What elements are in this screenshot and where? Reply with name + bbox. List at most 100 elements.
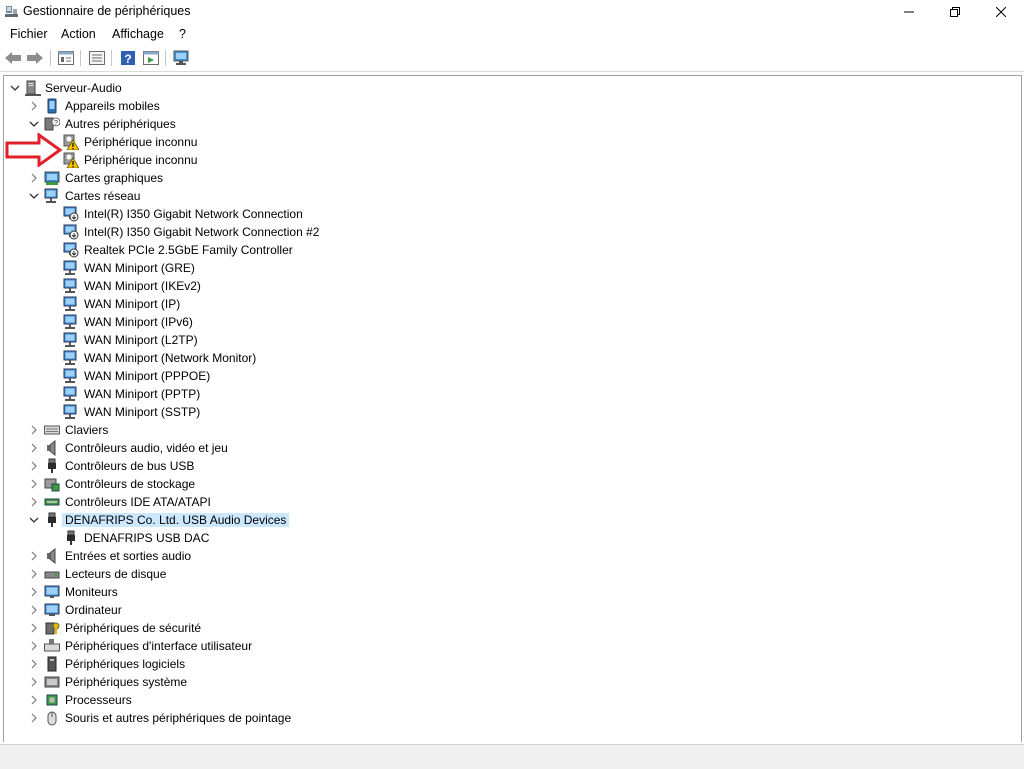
tree-category-row[interactable]: Moniteurs xyxy=(4,583,1021,601)
chevron-right-icon[interactable] xyxy=(28,586,40,598)
chevron-right-icon[interactable] xyxy=(28,424,40,436)
device-manager-app-icon xyxy=(5,6,18,17)
tree-device-label: DENAFRIPS USB DAC xyxy=(84,531,210,545)
menu-fichier[interactable]: Fichier xyxy=(10,27,48,41)
tree-device-row[interactable]: WAN Miniport (PPTP) xyxy=(4,385,1021,403)
tree-category-row[interactable]: Périphériques d'interface utilisateur xyxy=(4,637,1021,655)
tree-device-row[interactable]: Périphérique inconnu xyxy=(4,151,1021,169)
chevron-down-icon[interactable] xyxy=(9,82,21,94)
toolbar-separator xyxy=(111,50,112,66)
tree-category-row[interactable]: DENAFRIPS Co. Ltd. USB Audio Devices xyxy=(4,511,1021,529)
tree-device-row[interactable]: Intel(R) I350 Gigabit Network Connection… xyxy=(4,223,1021,241)
tree-category-label: Autres périphériques xyxy=(65,117,176,131)
scan-hardware-button[interactable] xyxy=(172,49,192,67)
back-button[interactable] xyxy=(3,49,23,67)
tree-device-row[interactable]: WAN Miniport (GRE) xyxy=(4,259,1021,277)
menu-action[interactable]: Action xyxy=(61,27,96,41)
tree-category-row[interactable]: Processeurs xyxy=(4,691,1021,709)
chevron-down-icon[interactable] xyxy=(28,190,40,202)
mobile-device-icon xyxy=(47,98,57,114)
console-tree-button[interactable] xyxy=(141,49,161,67)
tree-category-row[interactable]: Contrôleurs de bus USB xyxy=(4,457,1021,475)
title-bar: Gestionnaire de périphériques xyxy=(0,0,1024,24)
tree-device-row[interactable]: WAN Miniport (PPPOE) xyxy=(4,367,1021,385)
tree-device-label: WAN Miniport (IKEv2) xyxy=(84,279,201,293)
chevron-right-icon[interactable] xyxy=(28,712,40,724)
chevron-right-icon[interactable] xyxy=(28,676,40,688)
chevron-right-icon[interactable] xyxy=(28,658,40,670)
menu-affichage[interactable]: Affichage xyxy=(112,27,164,41)
tree-device-row[interactable]: WAN Miniport (IPv6) xyxy=(4,313,1021,331)
network-adapter-icon xyxy=(63,350,77,365)
tree-device-row[interactable]: Realtek PCIe 2.5GbE Family Controller xyxy=(4,241,1021,259)
chevron-right-icon[interactable] xyxy=(28,568,40,580)
tree-device-row[interactable]: WAN Miniport (Network Monitor) xyxy=(4,349,1021,367)
chevron-down-icon[interactable] xyxy=(28,514,40,526)
tree-category-row[interactable]: Entrées et sorties audio xyxy=(4,547,1021,565)
toolbar-separator xyxy=(165,50,166,66)
properties-view-button[interactable] xyxy=(56,49,76,67)
tree-device-label: Intel(R) I350 Gigabit Network Connection… xyxy=(84,225,320,239)
tree-device-row[interactable]: WAN Miniport (L2TP) xyxy=(4,331,1021,349)
menu-bar: Fichier Action Affichage ? xyxy=(0,24,1024,44)
toolbar: ? xyxy=(0,45,1024,72)
tree-category-row[interactable]: Périphériques logiciels xyxy=(4,655,1021,673)
tree-category-row[interactable]: Contrôleurs IDE ATA/ATAPI xyxy=(4,493,1021,511)
tree-device-row[interactable]: WAN Miniport (IP) xyxy=(4,295,1021,313)
tree-category-label: Claviers xyxy=(65,423,109,437)
close-button[interactable] xyxy=(978,0,1024,24)
tree-category-label: Périphériques de sécurité xyxy=(65,621,202,635)
disk-drive-icon xyxy=(44,571,60,579)
network-adapter-icon xyxy=(63,332,77,347)
tree-category-row[interactable]: Ordinateur xyxy=(4,601,1021,619)
help-button[interactable]: ? xyxy=(118,49,138,67)
tree-category-row[interactable]: Contrôleurs de stockage xyxy=(4,475,1021,493)
computer-icon xyxy=(25,80,41,96)
update-driver-button[interactable] xyxy=(87,49,107,67)
tree-category-row[interactable]: Cartes graphiques xyxy=(4,169,1021,187)
tree-category-row[interactable]: Contrôleurs audio, vidéo et jeu xyxy=(4,439,1021,457)
tree-category-row[interactable]: ? Autres périphériques xyxy=(4,115,1021,133)
restore-button[interactable] xyxy=(932,0,978,24)
tree-category-row[interactable]: Claviers xyxy=(4,421,1021,439)
chevron-right-icon[interactable] xyxy=(28,622,40,634)
tree-category-row[interactable]: Périphériques de sécurité xyxy=(4,619,1021,637)
chevron-right-icon[interactable] xyxy=(28,640,40,652)
chevron-right-icon[interactable] xyxy=(28,442,40,454)
forward-button[interactable] xyxy=(25,49,45,67)
tree-category-row[interactable]: Cartes réseau xyxy=(4,187,1021,205)
device-tree[interactable]: Serveur-Audio Appareils mobiles? Autres p… xyxy=(3,75,1022,742)
window-title: Gestionnaire de périphériques xyxy=(23,4,191,18)
tree-device-row[interactable]: WAN Miniport (SSTP) xyxy=(4,403,1021,421)
tree-category-label: Contrôleurs audio, vidéo et jeu xyxy=(65,441,228,455)
tree-category-row[interactable]: Souris et autres périphériques de pointa… xyxy=(4,709,1021,727)
chevron-right-icon[interactable] xyxy=(28,100,40,112)
tree-category-row[interactable]: Appareils mobiles xyxy=(4,97,1021,115)
minimize-button[interactable] xyxy=(886,0,932,24)
chevron-right-icon[interactable] xyxy=(28,550,40,562)
tree-category-row[interactable]: Lecteurs de disque xyxy=(4,565,1021,583)
tree-device-row[interactable]: WAN Miniport (IKEv2) xyxy=(4,277,1021,295)
tree-category-label: Ordinateur xyxy=(65,603,122,617)
chevron-right-icon[interactable] xyxy=(28,496,40,508)
speaker-icon xyxy=(47,548,56,564)
warning-device-icon xyxy=(63,152,79,168)
chevron-down-icon[interactable] xyxy=(28,118,40,130)
tree-category-label: Contrôleurs IDE ATA/ATAPI xyxy=(65,495,211,509)
chevron-right-icon[interactable] xyxy=(28,460,40,472)
chevron-right-icon[interactable] xyxy=(28,604,40,616)
tree-root-row[interactable]: Serveur-Audio xyxy=(4,79,1021,97)
tree-device-label: WAN Miniport (PPTP) xyxy=(84,387,201,401)
tree-device-row[interactable]: DENAFRIPS USB DAC xyxy=(4,529,1021,547)
tree-category-row[interactable]: Périphériques système xyxy=(4,673,1021,691)
chevron-right-icon[interactable] xyxy=(28,478,40,490)
tree-device-row[interactable]: Intel(R) I350 Gigabit Network Connection xyxy=(4,205,1021,223)
monitor-scan-icon xyxy=(173,50,189,65)
chevron-right-icon[interactable] xyxy=(28,172,40,184)
tree-device-label: WAN Miniport (IPv6) xyxy=(84,315,193,329)
menu-help[interactable]: ? xyxy=(179,27,186,41)
chevron-right-icon[interactable] xyxy=(28,694,40,706)
tree-category-label: Contrôleurs de stockage xyxy=(65,477,196,491)
restore-icon xyxy=(950,7,960,17)
tree-device-row[interactable]: Périphérique inconnu xyxy=(4,133,1021,151)
